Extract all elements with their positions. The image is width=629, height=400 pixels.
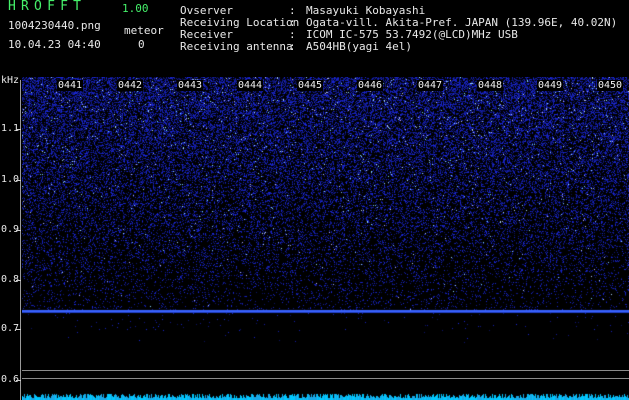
info-colon: :: [289, 40, 296, 53]
spectrogram-plot: [22, 77, 629, 400]
y-tick: [16, 180, 21, 181]
meteor-count: 0: [138, 38, 145, 51]
time-label: 0441: [57, 80, 84, 91]
time-label: 0446: [357, 80, 384, 91]
time-label: 0448: [477, 80, 504, 91]
y-axis-line: [20, 80, 21, 400]
y-tick: [16, 380, 21, 381]
y-tick: [16, 280, 21, 281]
reference-line: [22, 378, 629, 379]
time-label: 0449: [537, 80, 564, 91]
date-time: 10.04.23 04:40: [8, 38, 101, 51]
y-axis-unit: kHz: [1, 75, 20, 86]
reference-line: [22, 370, 629, 371]
time-label: 0450: [597, 80, 624, 91]
time-label: 0444: [237, 80, 264, 91]
spectrogram-noise: [22, 77, 629, 400]
file-name: 1004230440.png: [8, 19, 101, 32]
time-label: 0445: [297, 80, 324, 91]
y-tick: [16, 329, 21, 330]
info-value-antenna: A504HB(yagi 4el): [306, 40, 412, 53]
time-label: 0442: [117, 80, 144, 91]
y-tick: [16, 129, 21, 130]
app-version: 1.00: [122, 2, 149, 15]
meteor-label: meteor: [124, 24, 164, 37]
info-label-antenna: Receiving antenna: [180, 40, 293, 53]
time-label: 0443: [177, 80, 204, 91]
app-title: HROFFT: [8, 0, 87, 14]
time-label: 0447: [417, 80, 444, 91]
y-tick: [16, 230, 21, 231]
